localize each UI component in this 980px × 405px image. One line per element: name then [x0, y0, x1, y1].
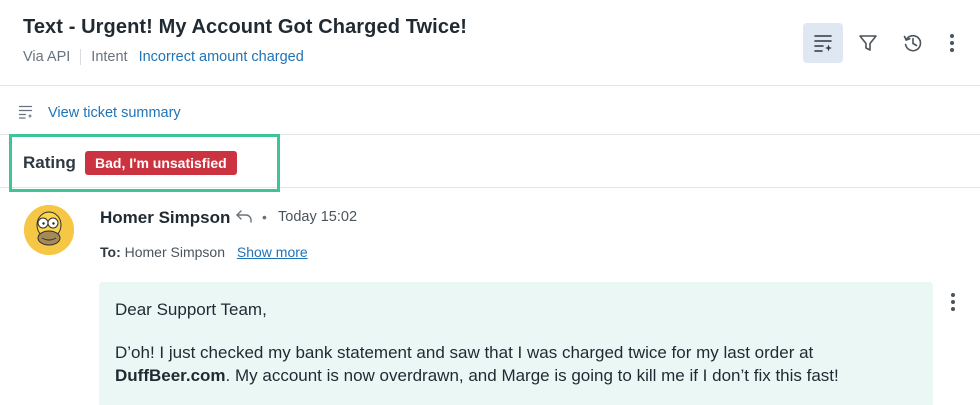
intent-value-link[interactable]: Incorrect amount charged	[139, 49, 304, 65]
message-timestamp: Today 15:02	[278, 209, 358, 225]
intent-label: Intent	[91, 49, 128, 65]
message-body-line-2: DuffBeer.com. My account is now overdraw…	[115, 364, 839, 387]
message-more-icon[interactable]	[950, 292, 956, 312]
more-options-button[interactable]	[938, 23, 966, 63]
header-actions	[803, 23, 966, 63]
view-ticket-summary-link[interactable]: View ticket summary	[48, 105, 181, 121]
history-button[interactable]	[893, 23, 933, 63]
ticket-header: Text - Urgent! My Account Got Charged Tw…	[0, 0, 980, 86]
show-more-link[interactable]: Show more	[237, 244, 308, 260]
recipient-row: To: Homer Simpson Show more	[100, 244, 308, 260]
filter-icon	[859, 35, 877, 51]
homer-avatar-icon	[24, 205, 74, 255]
meta-separator-dot: •	[262, 209, 267, 225]
ticket-meta: Via API Intent Incorrect amount charged	[23, 49, 304, 65]
message-body-line-2-rest: . My account is now overdrawn, and Marge…	[225, 366, 839, 385]
message-author: Homer Simpson	[100, 208, 231, 227]
avatar	[24, 205, 74, 255]
summary-list-icon	[814, 35, 832, 52]
history-icon	[903, 34, 922, 52]
filter-button[interactable]	[848, 23, 888, 63]
rating-badge: Bad, I'm unsatisfied	[85, 151, 237, 175]
message-domain-text: DuffBeer.com	[115, 366, 226, 385]
to-label: To:	[100, 244, 121, 260]
summary-list-icon	[18, 105, 33, 119]
summary-toggle-button[interactable]	[803, 23, 843, 63]
message-body-line-1: D’oh! I just checked my bank statement a…	[115, 343, 814, 362]
rating-label: Rating	[23, 153, 76, 172]
channel-label: Via API	[23, 49, 71, 65]
ticket-title: Text - Urgent! My Account Got Charged Tw…	[23, 16, 468, 38]
message-greeting: Dear Support Team,	[115, 300, 267, 319]
ticket-summary-row: View ticket summary	[0, 87, 980, 135]
message-bubble: Dear Support Team, D’oh! I just checked …	[99, 282, 933, 405]
reply-icon[interactable]	[235, 209, 253, 225]
more-vertical-icon	[950, 34, 954, 52]
recipient-name: Homer Simpson	[124, 244, 225, 260]
meta-divider	[80, 49, 82, 65]
